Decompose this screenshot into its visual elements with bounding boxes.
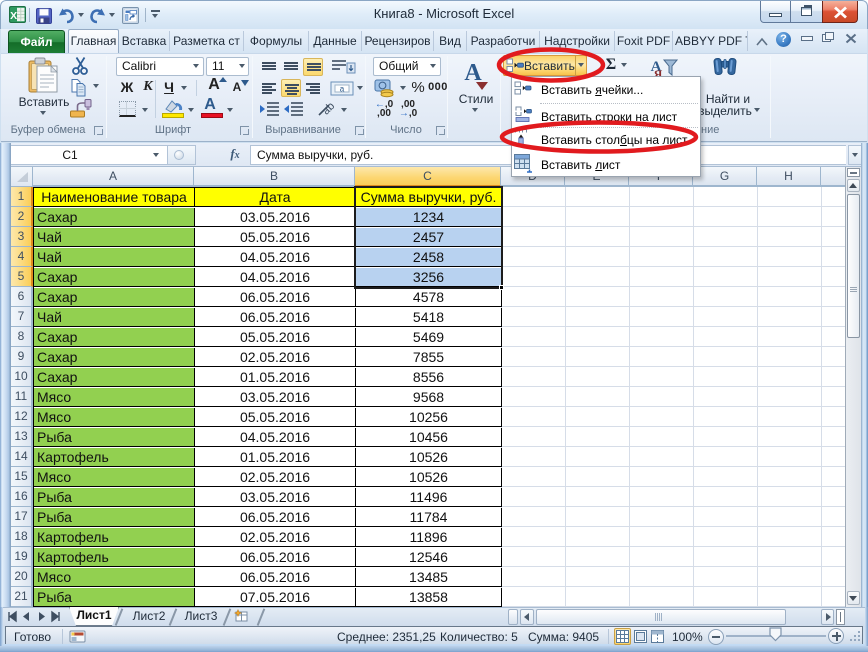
svg-text:X: X bbox=[10, 10, 17, 22]
svg-text:ab: ab bbox=[320, 100, 337, 117]
svg-text:a: a bbox=[340, 85, 345, 94]
